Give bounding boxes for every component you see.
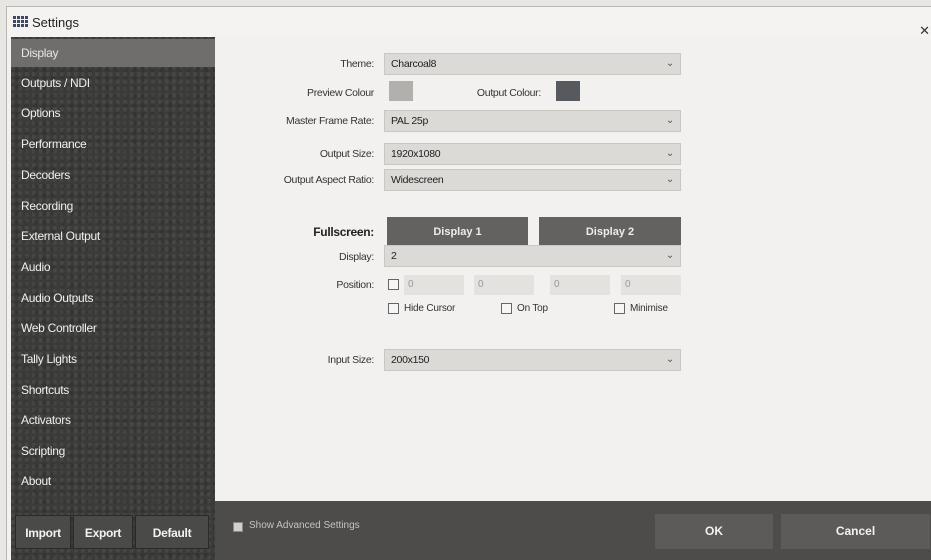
sidebar-item-web-controller[interactable]: Web Controller: [11, 314, 215, 342]
display-select[interactable]: 2 ⌄: [384, 245, 681, 267]
minimise-label: Minimise: [630, 303, 668, 314]
chevron-down-icon: ⌄: [665, 250, 674, 261]
on-top-checkbox[interactable]: [501, 303, 512, 314]
sidebar-item-performance[interactable]: Performance: [11, 130, 215, 158]
theme-label: Theme:: [340, 58, 374, 70]
chevron-down-icon: ⌄: [665, 174, 674, 185]
position-y-field[interactable]: 0: [474, 275, 534, 295]
sidebar-item-recording[interactable]: Recording: [11, 192, 215, 220]
fullscreen-label: Fullscreen:: [313, 225, 374, 239]
sidebar-item-activators[interactable]: Activators: [11, 406, 215, 434]
master-frame-rate-select[interactable]: PAL 25p ⌄: [384, 110, 681, 132]
hide-cursor-label: Hide Cursor: [404, 303, 456, 314]
output-aspect-ratio-label: Output Aspect Ratio:: [283, 174, 375, 186]
import-button[interactable]: Import: [15, 515, 71, 549]
sidebar-item-outputs-ndi[interactable]: Outputs / NDI: [11, 69, 215, 97]
show-advanced-label: Show Advanced Settings: [249, 520, 360, 531]
input-size-select[interactable]: 200x150 ⌄: [384, 349, 681, 371]
chevron-down-icon: ⌄: [665, 58, 674, 69]
sidebar-item-external-output[interactable]: External Output: [11, 222, 215, 250]
preview-colour-swatch[interactable]: [389, 81, 413, 101]
display-value: 2: [391, 250, 397, 262]
theme-value: Charcoal8: [391, 58, 437, 70]
chevron-down-icon: ⌄: [665, 148, 674, 159]
sidebar-item-scripting[interactable]: Scripting: [11, 437, 215, 465]
output-size-select[interactable]: 1920x1080 ⌄: [384, 143, 681, 165]
bottom-bar: Show Advanced Settings OK Cancel: [215, 501, 931, 560]
output-colour-label: Output Colour:: [476, 87, 541, 99]
output-aspect-ratio-value: Widescreen: [391, 174, 444, 186]
sidebar-item-about[interactable]: About: [11, 467, 215, 495]
sidebar-item-decoders[interactable]: Decoders: [11, 161, 215, 189]
export-button[interactable]: Export: [73, 515, 133, 549]
title-bar: Settings ✕: [7, 7, 931, 39]
cancel-button[interactable]: Cancel: [781, 514, 930, 549]
grid-app-icon: [13, 16, 28, 29]
hide-cursor-checkbox[interactable]: [388, 303, 399, 314]
window-title: Settings: [32, 15, 79, 30]
position-checkbox[interactable]: [388, 279, 399, 290]
input-size-label: Input Size:: [327, 354, 375, 366]
output-size-label: Output Size:: [319, 148, 374, 160]
display-2-button[interactable]: Display 2: [539, 217, 681, 247]
chevron-down-icon: ⌄: [665, 354, 674, 365]
position-label: Position:: [336, 279, 374, 291]
master-frame-rate-value: PAL 25p: [391, 115, 429, 127]
sidebar-item-audio[interactable]: Audio: [11, 253, 215, 281]
sidebar-item-display[interactable]: Display: [11, 39, 215, 67]
sidebar-item-options[interactable]: Options: [11, 99, 215, 127]
close-icon[interactable]: ✕: [919, 23, 930, 39]
output-aspect-ratio-select[interactable]: Widescreen ⌄: [384, 169, 681, 191]
on-top-label: On Top: [517, 303, 548, 314]
position-height-field[interactable]: 0: [621, 275, 681, 295]
preview-colour-label: Preview Colour: [307, 87, 374, 99]
output-size-value: 1920x1080: [391, 148, 441, 160]
sidebar: Display Outputs / NDI Options Performanc…: [11, 37, 215, 560]
settings-window: Settings ✕ Display Outputs / NDI Options…: [6, 6, 931, 560]
sidebar-item-tally-lights[interactable]: Tally Lights: [11, 345, 215, 373]
display-label: Display:: [339, 251, 374, 263]
display-1-button[interactable]: Display 1: [387, 217, 528, 247]
theme-select[interactable]: Charcoal8 ⌄: [384, 53, 681, 75]
minimise-checkbox[interactable]: [614, 303, 625, 314]
master-frame-rate-label: Master Frame Rate:: [286, 115, 374, 127]
default-button[interactable]: Default: [135, 515, 209, 549]
ok-button[interactable]: OK: [655, 514, 773, 549]
sidebar-item-shortcuts[interactable]: Shortcuts: [11, 376, 215, 404]
chevron-down-icon: ⌄: [665, 115, 674, 126]
position-width-field[interactable]: 0: [550, 275, 610, 295]
input-size-value: 200x150: [391, 354, 430, 366]
output-colour-swatch[interactable]: [556, 81, 580, 101]
show-advanced-checkbox[interactable]: [233, 522, 243, 532]
position-x-field[interactable]: 0: [404, 275, 464, 295]
sidebar-item-audio-outputs[interactable]: Audio Outputs: [11, 284, 215, 312]
